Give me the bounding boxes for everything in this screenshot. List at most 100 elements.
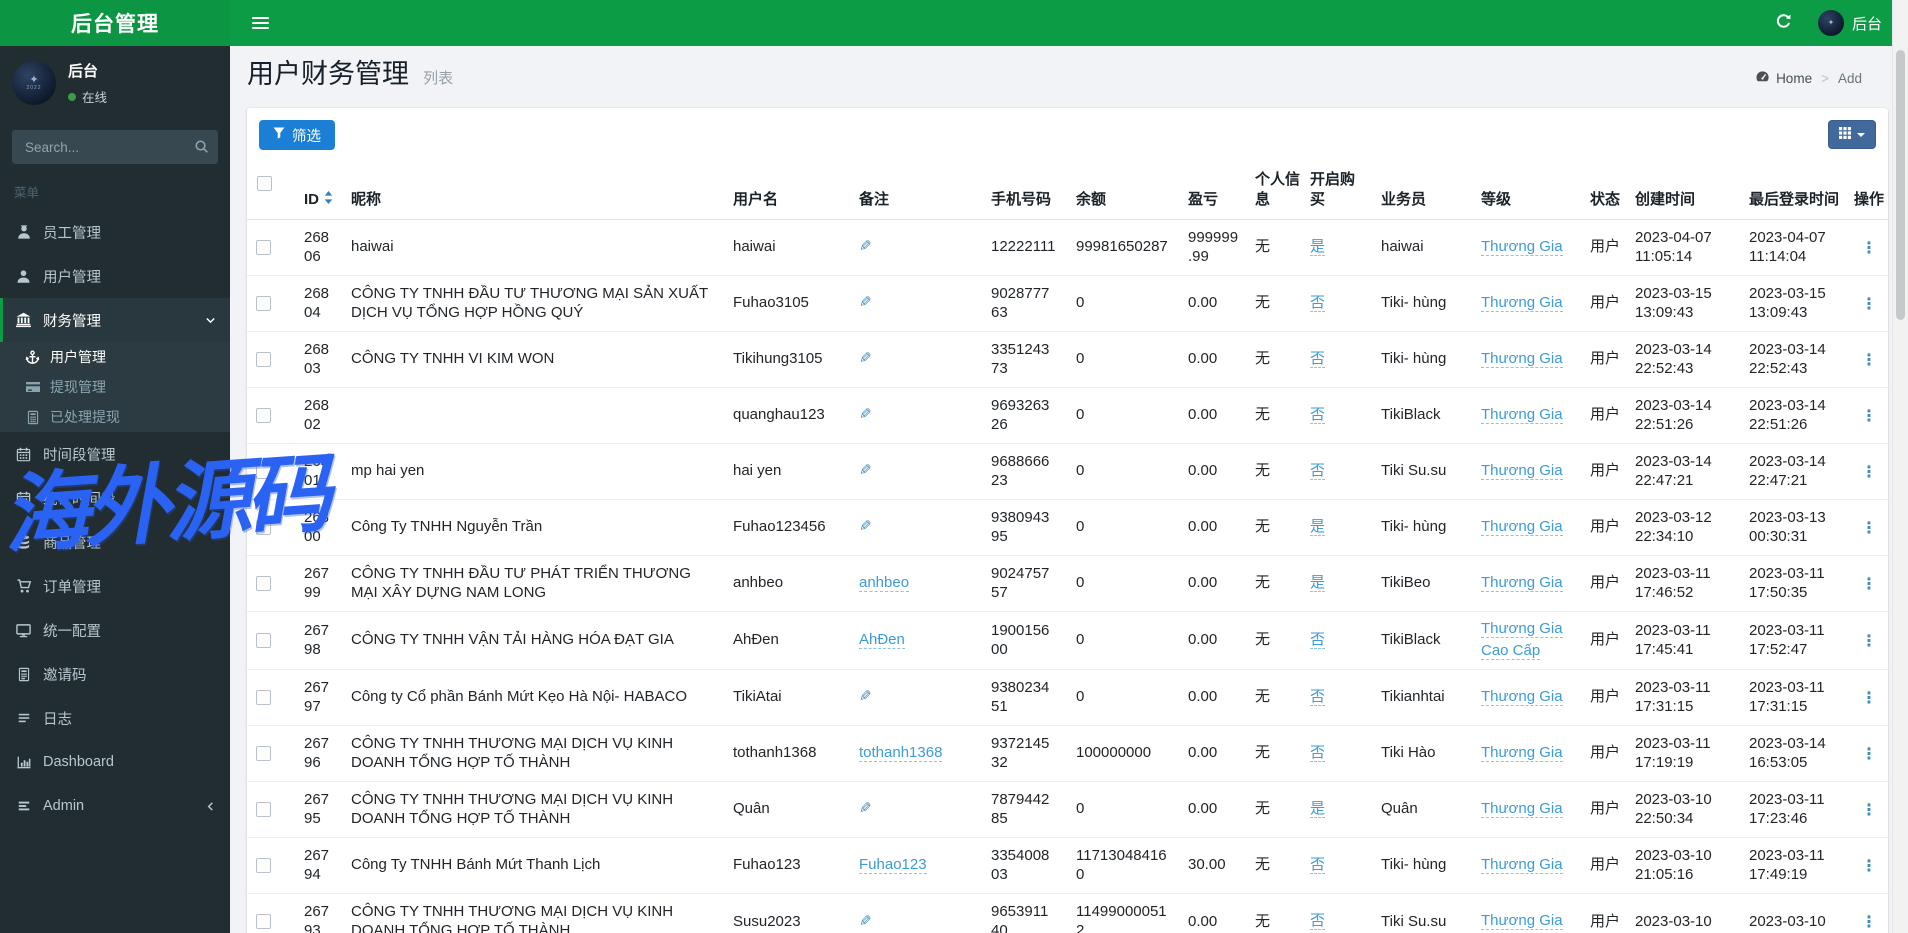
- filter-button[interactable]: 筛选: [259, 120, 335, 150]
- buy-toggle-link[interactable]: 是: [1310, 517, 1326, 536]
- navbar-user-menu[interactable]: ✦ 后台: [1817, 10, 1882, 36]
- sidebar-toggle-button[interactable]: [248, 13, 273, 33]
- row-checkbox[interactable]: [256, 857, 271, 873]
- level-link[interactable]: Thương Gia: [1481, 237, 1563, 256]
- sidebar-item-time-period-management[interactable]: 时间段管理: [0, 432, 230, 476]
- edit-remark-icon[interactable]: ✎: [859, 799, 872, 817]
- row-actions-icon[interactable]: ⋮: [1861, 800, 1877, 819]
- sidebar-item-staff-management[interactable]: 员工管理: [0, 210, 230, 254]
- sidebar-item-invite-code[interactable]: 邀请码: [0, 652, 230, 696]
- level-link[interactable]: Thương Gia: [1481, 855, 1563, 874]
- buy-toggle-link[interactable]: 是: [1310, 237, 1326, 256]
- buy-toggle-link[interactable]: 否: [1310, 630, 1326, 649]
- level-link[interactable]: Thương Gia: [1481, 687, 1563, 706]
- level-link[interactable]: Thương Gia: [1481, 912, 1563, 930]
- row-checkbox[interactable]: [256, 575, 271, 591]
- row-checkbox[interactable]: [256, 463, 271, 479]
- buy-toggle-link[interactable]: 是: [1310, 573, 1326, 592]
- edit-remark-icon[interactable]: ✎: [859, 237, 872, 255]
- sidebar-item-user-management[interactable]: 用户管理: [0, 254, 230, 298]
- edit-remark-icon[interactable]: ✎: [859, 461, 872, 479]
- level-link[interactable]: Thương Gia: [1481, 799, 1563, 818]
- row-actions-icon[interactable]: ⋮: [1861, 912, 1877, 931]
- level-link[interactable]: Thương Gia: [1481, 517, 1563, 536]
- edit-remark-icon[interactable]: ✎: [859, 517, 872, 535]
- row-checkbox[interactable]: [256, 801, 271, 817]
- search-icon[interactable]: [194, 139, 209, 157]
- page-scrollbar[interactable]: [1892, 0, 1908, 933]
- buy-toggle-link[interactable]: 是: [1310, 799, 1326, 818]
- header-id[interactable]: ID: [294, 162, 341, 220]
- sidebar-item-logs[interactable]: 日志: [0, 696, 230, 740]
- cell-nick: CÔNG TY TNHH ĐẦU TƯ THƯƠNG MẠI SẢN XUẤT …: [341, 274, 723, 331]
- level-link[interactable]: Thương Gia: [1481, 461, 1563, 480]
- sidebar-item-processed-withdrawals[interactable]: 已处理提现: [0, 402, 230, 432]
- edit-remark-icon[interactable]: ✎: [859, 687, 872, 705]
- sidebar-item-stats-time-period[interactable]: 统计时间段: [0, 476, 230, 520]
- header-info: 个人信息: [1250, 162, 1305, 220]
- buy-toggle-link[interactable]: 否: [1310, 461, 1326, 480]
- brand-logo[interactable]: 后台管理: [0, 0, 230, 46]
- buy-toggle-link[interactable]: 否: [1310, 855, 1326, 874]
- row-actions-icon[interactable]: ⋮: [1861, 518, 1877, 537]
- sidebar-item-order-management[interactable]: 订单管理: [0, 564, 230, 608]
- row-checkbox[interactable]: [256, 239, 271, 255]
- level-link[interactable]: Thương Gia: [1481, 405, 1563, 424]
- remark-link[interactable]: anhbeo: [859, 573, 910, 592]
- scrollbar-thumb[interactable]: [1896, 50, 1905, 320]
- buy-toggle-link[interactable]: 否: [1310, 743, 1326, 762]
- row-actions-icon[interactable]: ⋮: [1861, 238, 1877, 257]
- row-actions-icon[interactable]: ⋮: [1861, 350, 1877, 369]
- cell-buy: 否: [1305, 386, 1371, 443]
- row-checkbox[interactable]: [256, 407, 271, 423]
- level-link[interactable]: Thương Gia Cao Cấp: [1481, 619, 1563, 660]
- row-actions-icon[interactable]: ⋮: [1861, 294, 1877, 313]
- level-link[interactable]: Thương Gia: [1481, 349, 1563, 368]
- row-checkbox[interactable]: [256, 745, 271, 761]
- row-actions-icon[interactable]: ⋮: [1861, 574, 1877, 593]
- row-actions-icon[interactable]: ⋮: [1861, 462, 1877, 481]
- sidebar-item-finance-user-management[interactable]: 用户管理: [0, 342, 230, 372]
- remark-link[interactable]: Fuhao123: [859, 855, 927, 874]
- cell-pl: 0.00: [1178, 892, 1250, 933]
- profile-status[interactable]: 在线: [68, 87, 107, 106]
- buy-toggle-link[interactable]: 否: [1310, 912, 1326, 930]
- sidebar-item-finance-management[interactable]: 财务管理: [0, 298, 230, 342]
- edit-remark-icon[interactable]: ✎: [859, 405, 872, 423]
- cell-nick: CÔNG TY TNHH THƯƠNG MẠI DỊCH VỤ KINH DOA…: [341, 892, 723, 933]
- row-checkbox[interactable]: [256, 351, 271, 367]
- sidebar-search-input[interactable]: [12, 130, 218, 164]
- column-visibility-button[interactable]: [1828, 120, 1876, 149]
- row-actions-icon[interactable]: ⋮: [1861, 744, 1877, 763]
- row-checkbox[interactable]: [256, 295, 271, 311]
- row-checkbox[interactable]: [256, 519, 271, 535]
- buy-toggle-link[interactable]: 否: [1310, 349, 1326, 368]
- row-actions-icon[interactable]: ⋮: [1861, 856, 1877, 875]
- buy-toggle-link[interactable]: 否: [1310, 405, 1326, 424]
- breadcrumb-home-link[interactable]: Home: [1755, 70, 1812, 86]
- level-link[interactable]: Thương Gia: [1481, 293, 1563, 312]
- sidebar-item-admin[interactable]: Admin: [0, 784, 230, 828]
- row-checkbox[interactable]: [256, 914, 271, 930]
- sidebar-item-dashboard[interactable]: Dashboard: [0, 740, 230, 784]
- sidebar-item-withdraw-management[interactable]: 提现管理: [0, 372, 230, 402]
- row-actions-icon[interactable]: ⋮: [1861, 406, 1877, 425]
- row-actions-icon[interactable]: ⋮: [1861, 688, 1877, 707]
- row-checkbox[interactable]: [256, 689, 271, 705]
- row-actions-icon[interactable]: ⋮: [1861, 631, 1877, 650]
- remark-link[interactable]: tothanh1368: [859, 743, 943, 762]
- level-link[interactable]: Thương Gia: [1481, 573, 1563, 592]
- edit-remark-icon[interactable]: ✎: [859, 912, 872, 930]
- refresh-button[interactable]: [1775, 13, 1792, 33]
- buy-toggle-link[interactable]: 否: [1310, 687, 1326, 706]
- select-all-checkbox[interactable]: [257, 175, 272, 191]
- level-link[interactable]: Thương Gia: [1481, 743, 1563, 762]
- sidebar-item-product-management[interactable]: 商品管理: [0, 520, 230, 564]
- edit-remark-icon[interactable]: ✎: [859, 349, 872, 367]
- edit-remark-icon[interactable]: ✎: [859, 293, 872, 311]
- sidebar-item-unified-config[interactable]: 统一配置: [0, 608, 230, 652]
- buy-toggle-link[interactable]: 否: [1310, 293, 1326, 312]
- remark-link[interactable]: AhĐen: [859, 630, 905, 649]
- cell-balance: 0: [1066, 554, 1178, 611]
- row-checkbox[interactable]: [256, 632, 271, 648]
